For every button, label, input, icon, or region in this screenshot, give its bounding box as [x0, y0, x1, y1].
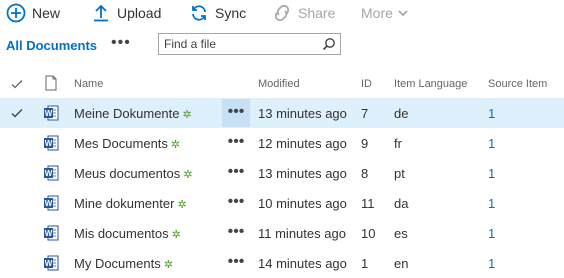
id-value: 11 — [361, 196, 375, 211]
language-value: fr — [394, 136, 402, 151]
column-header-name[interactable]: Name — [74, 78, 103, 90]
list-header: Name Modified ID Item Language Source It… — [0, 72, 564, 96]
sync-button[interactable]: Sync — [189, 3, 246, 23]
upload-icon — [91, 3, 111, 23]
document-name-link[interactable]: Mes Documents — [74, 136, 168, 151]
upload-button[interactable]: Upload — [91, 3, 161, 23]
word-document-icon: W — [43, 165, 59, 181]
modified-value: 14 minutes ago — [258, 256, 347, 271]
document-name-link[interactable]: Mis documentos — [74, 226, 169, 241]
word-document-icon: W — [43, 225, 59, 241]
id-value: 7 — [361, 106, 369, 121]
share-icon — [272, 3, 292, 23]
search-input[interactable] — [164, 36, 314, 52]
view-selector-all-documents[interactable]: All Documents — [6, 38, 97, 53]
source-item-link[interactable]: 1 — [488, 256, 495, 271]
more-label: More — [361, 5, 393, 21]
source-item-link[interactable]: 1 — [488, 226, 495, 241]
table-row[interactable]: W Meus documentos ✲ ••• 13 minutes ago 8 … — [0, 158, 564, 188]
document-name-link[interactable]: My Documents — [74, 256, 161, 271]
modified-value: 13 minutes ago — [258, 106, 347, 121]
modified-value: 11 minutes ago — [258, 226, 346, 241]
sync-label: Sync — [215, 5, 247, 21]
table-row[interactable]: W Mes Documents ✲ ••• 12 minutes ago 9 fr… — [0, 128, 564, 158]
search-box — [158, 33, 341, 55]
upload-label: Upload — [117, 5, 162, 21]
row-more-options-button[interactable]: ••• — [222, 99, 250, 127]
search-icon[interactable] — [322, 37, 336, 51]
column-header-source-item[interactable]: Source Item — [488, 78, 547, 90]
row-more-options-button[interactable]: ••• — [222, 189, 250, 217]
word-document-icon: W — [43, 195, 59, 211]
svg-text:W: W — [45, 259, 53, 268]
document-name-link[interactable]: Meine Dokumente — [74, 106, 180, 121]
new-item-icon: ✲ — [163, 259, 173, 271]
source-item-link[interactable]: 1 — [488, 106, 495, 121]
row-more-options-button[interactable]: ••• — [222, 129, 250, 157]
row-more-options-button[interactable]: ••• — [222, 219, 250, 247]
id-value: 1 — [361, 256, 369, 271]
language-value: da — [394, 196, 409, 211]
new-button[interactable]: New — [6, 3, 60, 23]
source-item-link[interactable]: 1 — [488, 136, 495, 151]
new-item-icon: ✲ — [182, 109, 192, 121]
modified-value: 10 minutes ago — [258, 196, 347, 211]
plus-circle-icon — [6, 3, 26, 23]
table-row[interactable]: W Mis documentos ✲ ••• 11 minutes ago 10 … — [0, 218, 564, 248]
id-value: 8 — [361, 166, 369, 181]
language-value: es — [394, 226, 408, 241]
table-row[interactable]: W My Documents ✲ ••• 14 minutes ago 1 en … — [0, 248, 564, 278]
more-button[interactable]: More — [361, 3, 409, 23]
id-value: 9 — [361, 136, 369, 151]
language-value: de — [394, 106, 409, 121]
column-header-id[interactable]: ID — [361, 78, 372, 90]
select-all-checkmark-icon[interactable] — [10, 77, 24, 91]
column-header-item-language[interactable]: Item Language — [394, 78, 467, 90]
document-name-link[interactable]: Meus documentos — [74, 166, 180, 181]
word-document-icon: W — [43, 255, 59, 271]
sync-icon — [189, 3, 209, 23]
new-label: New — [32, 5, 61, 21]
svg-text:W: W — [45, 109, 53, 118]
new-item-icon: ✲ — [171, 229, 181, 241]
svg-text:W: W — [45, 139, 53, 148]
chevron-down-icon — [397, 7, 409, 19]
new-item-icon: ✲ — [170, 139, 181, 151]
row-checkmark-icon[interactable] — [10, 106, 24, 120]
row-more-options-button[interactable]: ••• — [222, 159, 250, 187]
language-value: pt — [394, 166, 405, 181]
source-item-link[interactable]: 1 — [488, 196, 495, 211]
word-document-icon: W — [43, 135, 59, 151]
view-more-ellipsis[interactable]: ••• — [111, 34, 131, 52]
modified-value: 12 minutes ago — [258, 136, 347, 151]
column-header-modified[interactable]: Modified — [258, 78, 300, 90]
document-name-link[interactable]: Mine dokumenter — [74, 196, 174, 211]
new-item-icon: ✲ — [177, 199, 187, 211]
new-item-icon: ✲ — [183, 169, 193, 181]
svg-text:W: W — [45, 199, 53, 208]
view-bar: All Documents ••• — [0, 33, 564, 59]
row-more-options-button[interactable]: ••• — [222, 249, 250, 277]
language-value: en — [394, 256, 409, 271]
id-value: 10 — [361, 226, 376, 241]
modified-value: 13 minutes ago — [258, 166, 347, 181]
table-row[interactable]: W Meine Dokumente ✲ ••• 13 minutes ago 7 … — [0, 98, 564, 128]
source-item-link[interactable]: 1 — [488, 166, 495, 181]
table-row[interactable]: W Mine dokumenter ✲ ••• 10 minutes ago 11… — [0, 188, 564, 218]
word-document-icon: W — [43, 105, 59, 121]
command-bar: New Upload Sync Share More — [0, 0, 564, 26]
file-type-header-icon — [43, 75, 59, 91]
svg-text:W: W — [45, 169, 53, 178]
share-button[interactable]: Share — [272, 3, 335, 23]
share-label: Share — [298, 5, 336, 21]
svg-text:W: W — [45, 229, 53, 238]
